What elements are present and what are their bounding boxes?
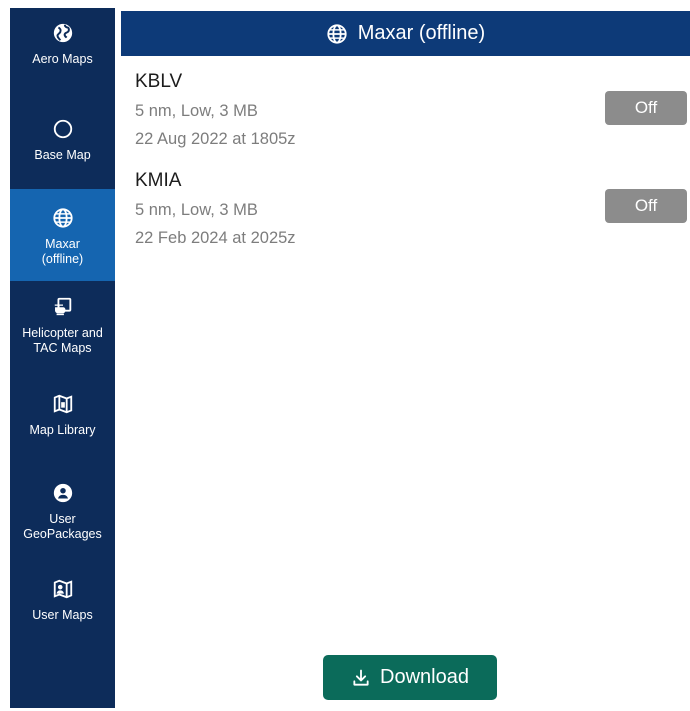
download-label: Download <box>380 666 469 688</box>
sidebar-item-user-geopackages[interactable]: User GeoPackages <box>10 482 115 562</box>
download-icon <box>351 668 380 688</box>
sidebar-item-aero-maps[interactable]: Aero Maps <box>10 22 115 102</box>
user-map-icon <box>52 578 74 600</box>
sidebar-item-label: Map Library <box>29 423 96 437</box>
sidebar-item-maxar-offline[interactable]: Maxar (offline) <box>10 189 115 281</box>
sidebar-item-label: Helicopter and TAC Maps <box>22 326 103 355</box>
circle-outline-icon <box>52 118 74 140</box>
map-name: KBLV <box>135 71 183 92</box>
sidebar-item-label: User GeoPackages <box>23 512 102 541</box>
map-library-icon <box>52 393 74 415</box>
download-toggle-kmia[interactable]: Off <box>605 189 687 223</box>
globe-grid-icon <box>326 23 358 45</box>
user-geopackage-icon <box>52 482 74 504</box>
sidebar-item-base-map[interactable]: Base Map <box>10 118 115 193</box>
page-title: Maxar (offline) <box>357 22 486 44</box>
sidebar-item-helicopter-tac-maps[interactable]: Helicopter and TAC Maps <box>10 296 115 376</box>
download-toggle-kblv[interactable]: Off <box>605 91 687 125</box>
sidebar-item-map-library[interactable]: Map Library <box>10 393 115 463</box>
sidebar-item-label: Maxar (offline) <box>41 237 84 266</box>
sidebar-item-label: Base Map <box>34 148 91 162</box>
map-date: 22 Aug 2022 at 1805z <box>135 130 296 148</box>
map-date: 22 Feb 2024 at 2025z <box>135 229 296 247</box>
globe-grid-icon <box>52 207 74 229</box>
helicopter-map-icon <box>52 296 74 318</box>
sidebar-item-user-maps[interactable]: User Maps <box>10 578 115 648</box>
sidebar: Aero Maps Base Map Maxar (offline) Helic… <box>10 8 115 708</box>
sidebar-item-label: Aero Maps <box>32 52 93 66</box>
sidebar-item-label: User Maps <box>32 608 93 622</box>
page-header: Maxar (offline) <box>121 11 690 56</box>
globe-filled-icon <box>52 22 74 44</box>
download-button[interactable]: Download <box>323 655 497 700</box>
